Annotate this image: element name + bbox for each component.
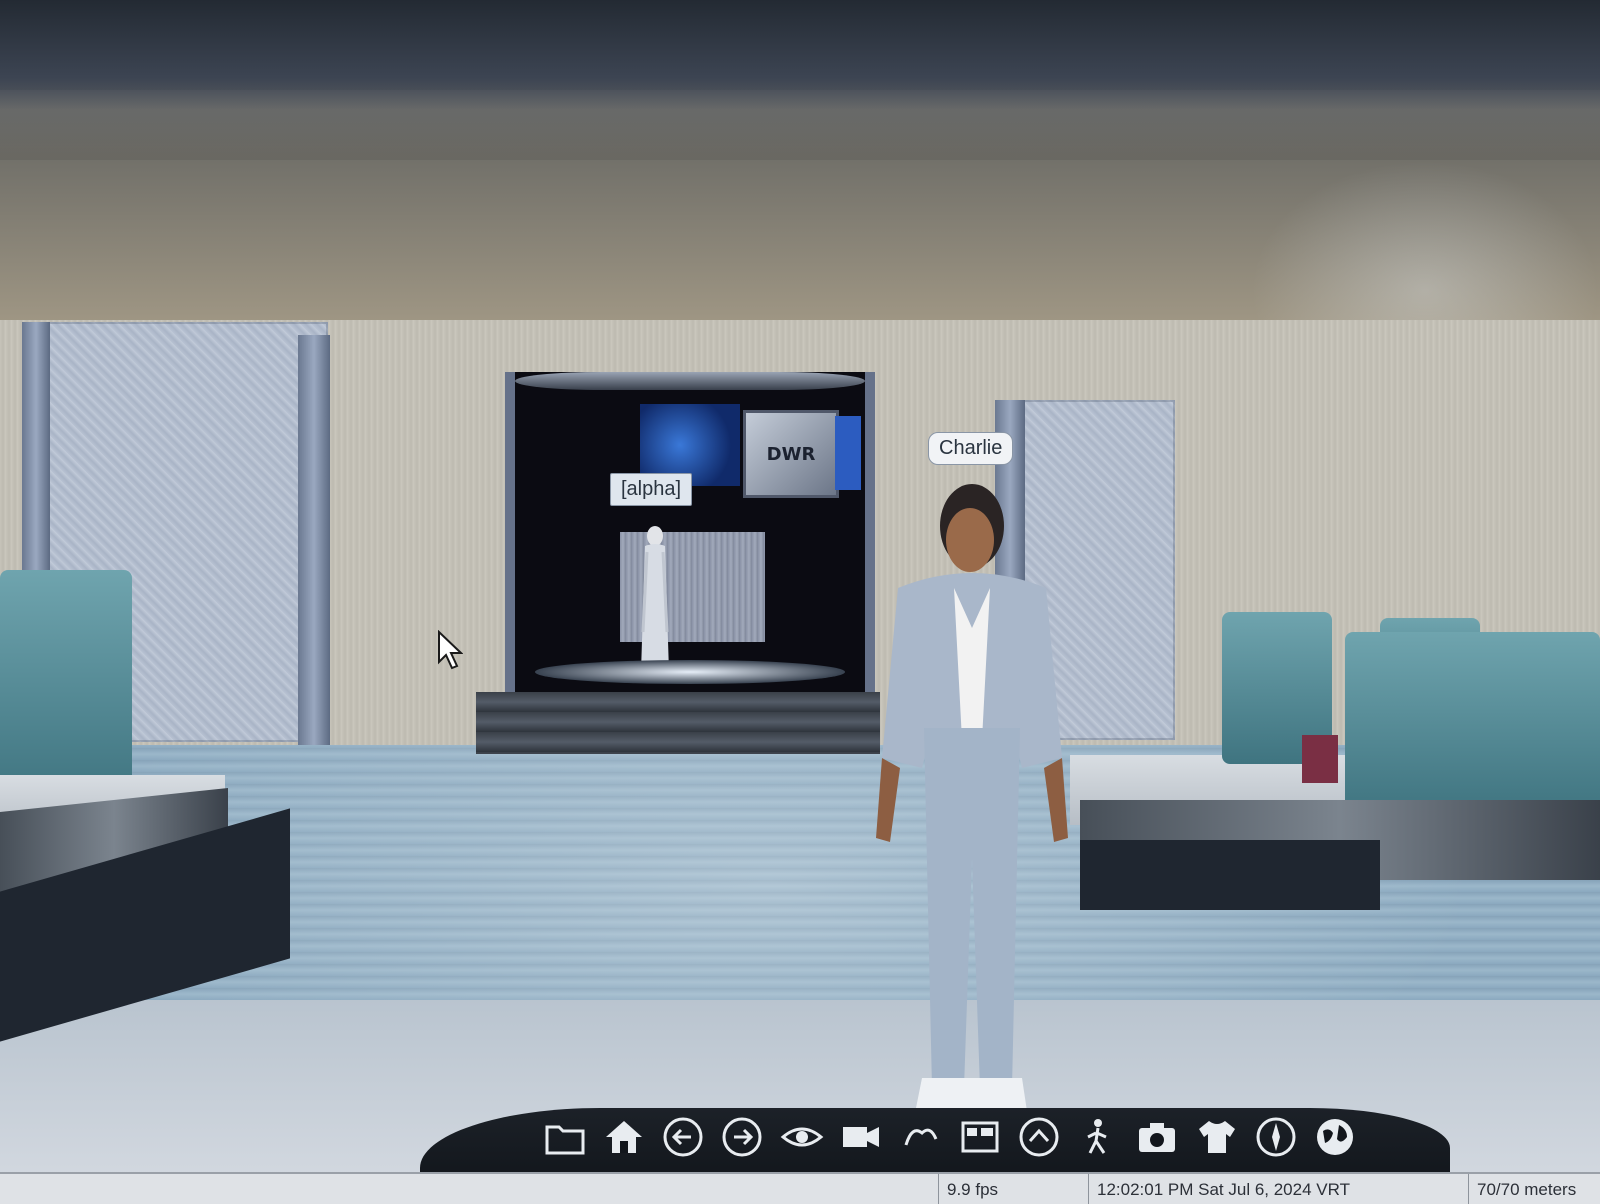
back-button[interactable]: [659, 1111, 708, 1163]
gesture-button[interactable]: [896, 1111, 945, 1163]
stage-top-light-ring: [515, 372, 865, 390]
globe-icon: [1317, 1119, 1354, 1155]
video-camera-button[interactable]: [836, 1111, 885, 1163]
stage-screen-right: [835, 416, 861, 490]
npc-avatar-alpha[interactable]: [635, 522, 675, 682]
platform-right-shadow: [1080, 840, 1380, 910]
side-table-right: [1302, 735, 1338, 783]
back-arrow-icon: [663, 1117, 703, 1157]
snapshot-button[interactable]: [1133, 1111, 1182, 1163]
forward-arrow-icon: [722, 1117, 762, 1157]
toolbar: [540, 1102, 1360, 1172]
panel-icon: [961, 1121, 999, 1153]
home-icon: [605, 1121, 642, 1153]
distance-readout: 70/70 meters: [1468, 1174, 1600, 1204]
datetime-readout: 12:02:01 PM Sat Jul 6, 2024 VRT: [1088, 1174, 1477, 1204]
walk-icon: [1087, 1119, 1107, 1154]
fps-readout: 9.9 fps: [938, 1174, 1087, 1204]
sofa-right: [1345, 632, 1600, 814]
nametag-charlie: Charlie: [928, 432, 1014, 465]
avatar-charlie[interactable]: [862, 478, 1082, 1148]
walk-button[interactable]: [1074, 1111, 1123, 1163]
nametag-alpha: [alpha]: [610, 473, 693, 506]
folder-icon: [545, 1125, 585, 1155]
up-arrow-icon: [1019, 1117, 1059, 1157]
mouse-cursor-icon: [438, 630, 463, 670]
world-button[interactable]: [1311, 1111, 1360, 1163]
avatar-wardrobe-button[interactable]: [1192, 1111, 1241, 1163]
status-bar: 9.9 fps 12:02:01 PM Sat Jul 6, 2024 VRT …: [0, 1172, 1600, 1204]
folder-button[interactable]: [540, 1111, 589, 1163]
compass-icon: [1256, 1117, 1296, 1157]
stage-steps: [476, 692, 880, 754]
gesture-icon: [904, 1128, 938, 1146]
eye-icon: [780, 1127, 824, 1147]
sofa-left: [0, 570, 132, 800]
view-button[interactable]: [777, 1111, 826, 1163]
stage-alcove: DWR: [505, 372, 875, 692]
panel-button[interactable]: [955, 1111, 1004, 1163]
camera-icon: [1139, 1123, 1176, 1152]
compass-button[interactable]: [1251, 1111, 1300, 1163]
stage-floor-light: [535, 660, 845, 684]
stage-logo-screen: DWR: [743, 410, 839, 498]
3d-world-viewport[interactable]: DWR [alpha] Charlie 9.9 fps 12:02:01 PM …: [0, 0, 1600, 1204]
up-button[interactable]: [1014, 1111, 1063, 1163]
forward-button[interactable]: [718, 1111, 767, 1163]
shirt-icon: [1198, 1121, 1235, 1153]
home-button[interactable]: [599, 1111, 648, 1163]
camera-video-icon: [843, 1127, 880, 1147]
pillar-left-inner: [298, 335, 330, 745]
monitor-bezel-top: [0, 0, 1600, 110]
